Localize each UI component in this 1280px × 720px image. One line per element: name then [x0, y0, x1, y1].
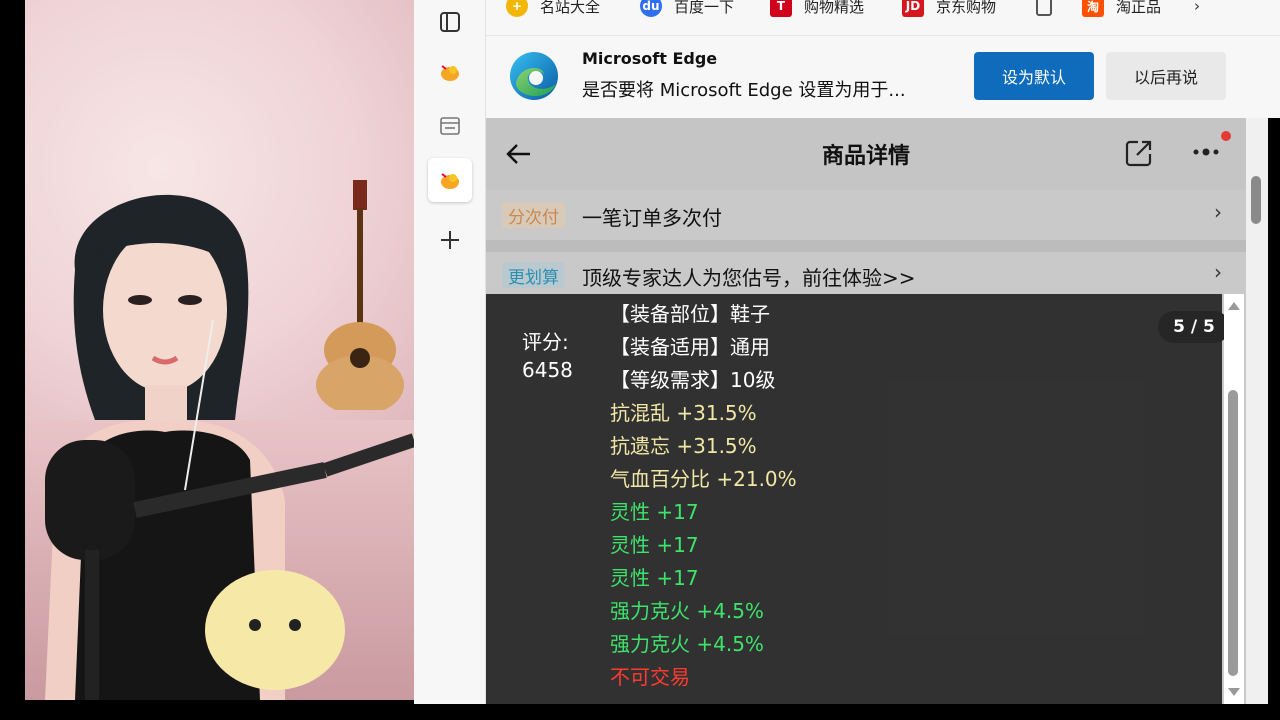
installment-tag: 分次付	[502, 202, 565, 228]
image-pager-badge: 5 / 5	[1158, 311, 1230, 343]
banner-message: 是否要将 Microsoft Edge 设置为用于...	[582, 80, 906, 101]
attribute-line: 灵性 +17	[610, 500, 699, 524]
scrollbar-thumb[interactable]	[1228, 390, 1238, 676]
favorite-item[interactable]: 淘 淘正品	[1082, 0, 1161, 18]
later-button[interactable]: 以后再说	[1106, 52, 1226, 100]
appraisal-tag: 更划算	[502, 262, 565, 288]
tab-chick-icon[interactable]	[428, 50, 472, 94]
tab-actions-icon[interactable]	[428, 0, 472, 44]
set-default-button[interactable]: 设为默认	[974, 52, 1094, 100]
attribute-line: 抗混乱 +31.5%	[610, 401, 757, 425]
default-browser-banner: Microsoft Edge 是否要将 Microsoft Edge 设置为用于…	[486, 36, 1280, 118]
attribute-line: 灵性 +17	[610, 566, 699, 590]
score-value: 6458	[522, 358, 573, 382]
banner-title: Microsoft Edge	[582, 49, 718, 68]
jd-icon: JD	[902, 0, 924, 17]
favorites-bar: + 名站大全 du 百度一下 T 购物精选 JD 京东购物 淘 淘正品 ›	[486, 0, 1280, 36]
scrollbar-thumb[interactable]	[1251, 176, 1261, 224]
favorite-item[interactable]	[1036, 0, 1064, 18]
chevron-right-icon: ›	[1214, 200, 1222, 224]
page-header: 商品详情	[486, 118, 1246, 190]
favorite-label: 购物精选	[804, 0, 865, 16]
favorites-overflow-chevron-icon[interactable]: ›	[1194, 0, 1200, 18]
more-menu-icon[interactable]	[1192, 130, 1232, 166]
appraisal-text: 顶级专家达人为您估号，前往体验>>	[582, 266, 916, 290]
microphone-image	[45, 433, 414, 700]
attribute-line: 灵性 +17	[610, 533, 699, 557]
attribute-line: 抗遗忘 +31.5%	[610, 434, 757, 458]
shopping-icon: T	[770, 0, 792, 17]
screen: + 名站大全 du 百度一下 T 购物精选 JD 京东购物 淘 淘正品 › Mi…	[0, 0, 1280, 720]
appraisal-row[interactable]: 更划算 顶级专家达人为您估号，前往体验>> ›	[486, 240, 1246, 294]
webcam-feed	[25, 0, 414, 700]
attribute-line: 【装备部位】鞋子	[610, 302, 770, 326]
add-site-icon: +	[506, 0, 528, 17]
guitar-image	[316, 180, 404, 410]
new-tab-icon[interactable]	[428, 218, 472, 262]
share-icon[interactable]	[1124, 138, 1154, 168]
chevron-right-icon: ›	[1214, 260, 1222, 284]
page-icon	[1036, 0, 1052, 16]
tab-chick-active-icon[interactable]	[428, 158, 472, 202]
scroll-down-icon[interactable]	[1228, 688, 1240, 696]
attribute-line: 【装备适用】通用	[610, 335, 770, 359]
favorite-label: 京东购物	[936, 0, 997, 16]
favorite-item[interactable]: T 购物精选	[770, 0, 864, 18]
attribute-line: 强力克火 +4.5%	[610, 632, 764, 656]
vertical-tab-strip	[414, 0, 486, 704]
taobao-icon: 淘	[1082, 0, 1104, 17]
favorite-item[interactable]: JD 京东购物	[902, 0, 996, 18]
item-tooltip: 评分: 6458 【装备部位】鞋子 【装备适用】通用 【等级需求】10级 抗混乱…	[486, 294, 1222, 704]
favorite-item[interactable]: du 百度一下	[640, 0, 734, 18]
tooltip-scrollbar[interactable]	[1224, 294, 1244, 704]
attribute-line: 【等级需求】10级	[610, 368, 776, 392]
attribute-line: 强力克火 +4.5%	[610, 599, 764, 623]
baidu-paw-icon: du	[640, 0, 662, 17]
page-scrollbar[interactable]	[1246, 118, 1268, 704]
edge-logo-icon	[510, 52, 558, 100]
scroll-up-icon[interactable]	[1228, 302, 1240, 310]
tab-page-icon[interactable]	[428, 104, 472, 148]
installment-row[interactable]: 分次付 一笔订单多次付 ›	[486, 190, 1246, 240]
installment-text: 一笔订单多次付	[582, 206, 722, 230]
favorite-label: 淘正品	[1116, 0, 1162, 16]
attribute-line: 不可交易	[610, 665, 690, 689]
favorite-label: 百度一下	[674, 0, 735, 16]
attribute-line: 气血百分比 +21.0%	[610, 467, 797, 491]
favorite-item[interactable]: + 名站大全	[506, 0, 600, 18]
score-label: 评分:	[522, 330, 569, 354]
favorite-label: 名站大全	[540, 0, 601, 16]
